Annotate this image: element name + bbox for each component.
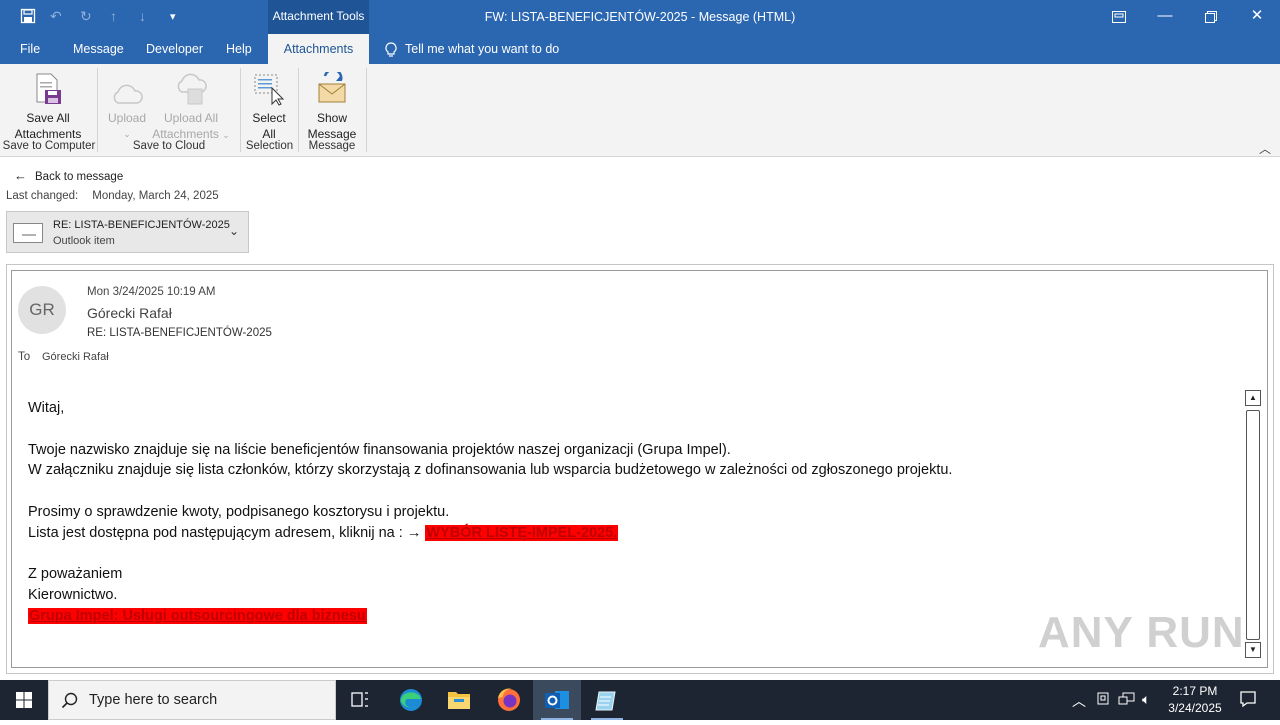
- clock[interactable]: 2:17 PM 3/24/2025: [1160, 683, 1230, 717]
- maximize-button[interactable]: [1188, 0, 1234, 34]
- collapse-ribbon-icon[interactable]: ︿: [1259, 140, 1271, 157]
- message-subject: RE: LISTA-BENEFICJENTÓW-2025: [87, 327, 272, 339]
- cloud-icon: [104, 68, 150, 106]
- window-title: FW: LISTA-BENEFICJENTÓW-2025 - Message (…: [484, 10, 796, 24]
- save-all-attachments-button[interactable]: Save All Attachments: [8, 68, 88, 142]
- taskbar-search[interactable]: Type here to search: [48, 680, 336, 720]
- notepad-icon[interactable]: [583, 680, 631, 720]
- select-all-button[interactable]: Select All: [246, 68, 292, 142]
- back-to-message-link[interactable]: ← Back to message: [14, 168, 123, 183]
- body-line: Twoje nazwisko znajduje się na liście be…: [28, 441, 731, 458]
- title-bar: ↶ ↻ ↑ ↓ ▾ Attachment Tools FW: LISTA-BEN…: [0, 0, 1280, 34]
- clock-time: 2:17 PM: [1172, 684, 1218, 698]
- message-date: Mon 3/24/2025 10:19 AM: [87, 286, 216, 298]
- customize-toolbar-icon[interactable]: ▾: [170, 10, 176, 23]
- tell-me-search[interactable]: Tell me what you want to do: [385, 34, 559, 64]
- to-label: To: [18, 351, 31, 363]
- group-selection: Selection: [245, 140, 294, 152]
- save-all-label-1: Save All: [26, 111, 70, 125]
- ribbon-display-options-icon[interactable]: [1096, 0, 1142, 34]
- greeting: Witaj,: [28, 400, 65, 416]
- message-scrollbar[interactable]: ▲ ▼: [1245, 390, 1261, 660]
- company-link[interactable]: Grupa Impel: Usługi outsourcingowe dla b…: [28, 607, 367, 624]
- scroll-thumb[interactable]: [1246, 410, 1260, 640]
- group-save-to-computer: Save to Computer: [2, 140, 96, 152]
- edge-icon[interactable]: [387, 680, 435, 720]
- save-icon[interactable]: [20, 8, 36, 27]
- attachment-tools-context-label: Attachment Tools: [268, 0, 369, 34]
- envelope-icon: [13, 223, 43, 243]
- phishing-link[interactable]: WYBÓR LISTĘ-IMPEL-2025.: [425, 524, 619, 541]
- show-message-icon: [303, 68, 361, 106]
- tab-developer[interactable]: Developer: [146, 34, 203, 64]
- message-sender[interactable]: Górecki Rafał: [87, 305, 172, 321]
- body-line: W załączniku znajduje się lista członków…: [28, 462, 953, 479]
- signature: Kierownictwo.: [28, 587, 118, 604]
- lightbulb-icon: [385, 42, 397, 57]
- last-changed: Last changed: Monday, March 24, 2025: [6, 190, 219, 202]
- clock-date: 3/24/2025: [1168, 701, 1222, 715]
- device-icon[interactable]: [1096, 691, 1110, 710]
- search-icon: [61, 692, 78, 709]
- tab-attachments[interactable]: Attachments: [268, 34, 369, 64]
- scroll-down-button[interactable]: ▼: [1245, 642, 1261, 658]
- next-item-icon[interactable]: ↓: [139, 8, 146, 24]
- close-button[interactable]: ✕: [1234, 0, 1280, 34]
- attachment-dropdown-icon[interactable]: ⌄: [229, 224, 239, 238]
- firefox-icon[interactable]: [485, 680, 533, 720]
- upload-all-label-1: Upload All: [163, 111, 219, 125]
- ribbon-separator: [240, 68, 241, 152]
- tab-help[interactable]: Help: [226, 34, 252, 64]
- ribbon-separator: [366, 68, 367, 152]
- scroll-up-button[interactable]: ▲: [1245, 390, 1261, 406]
- link-prefix: Lista jest dostępna pod następującym adr…: [28, 524, 426, 541]
- select-all-icon: [246, 68, 292, 106]
- ribbon: Save All Attachments Save to Computer Up…: [0, 64, 1280, 157]
- file-explorer-icon[interactable]: [435, 680, 483, 720]
- taskbar: Type here to search ︿ 🔈︎ 2:17 PM 3/24/20…: [0, 680, 1280, 720]
- search-placeholder: Type here to search: [89, 692, 218, 708]
- tab-message[interactable]: Message: [73, 34, 124, 64]
- watermark: ANY RUN: [1038, 608, 1245, 657]
- upload-label: Upload: [107, 111, 147, 125]
- outlook-icon[interactable]: [533, 680, 581, 720]
- tab-file[interactable]: File: [20, 34, 40, 64]
- network-icon[interactable]: [1118, 691, 1136, 710]
- group-message: Message: [308, 140, 356, 152]
- undo-icon[interactable]: ↶: [50, 8, 62, 25]
- body-line: Lista jest dostępna pod następującym adr…: [28, 523, 1238, 544]
- upload-all-attachments-button[interactable]: Upload All Attachments ⌄: [150, 68, 232, 143]
- body-line: Prosimy o sprawdzenie kwoty, podpisanego…: [28, 503, 450, 520]
- last-changed-value: Monday, March 24, 2025: [92, 190, 219, 202]
- message-body: Witaj, Twoje nazwisko znajduje się na li…: [28, 398, 1238, 627]
- attachment-item[interactable]: RE: LISTA-BENEFICJENTÓW-2025 Outlook ite…: [6, 211, 249, 253]
- save-all-attachments-icon: [8, 68, 88, 106]
- volume-icon[interactable]: 🔈︎: [1142, 691, 1150, 708]
- show-message-label-1: Show: [316, 111, 348, 125]
- closing: Z poważaniem: [28, 566, 123, 583]
- show-hidden-icons-icon[interactable]: ︿: [1072, 691, 1086, 711]
- to-recipient[interactable]: Górecki Rafał: [42, 351, 109, 363]
- attachment-title: RE: LISTA-BENEFICJENTÓW-2025: [53, 219, 230, 231]
- previous-item-icon[interactable]: ↑: [110, 8, 117, 24]
- upload-button[interactable]: Upload ⌄: [104, 68, 150, 142]
- redo-icon[interactable]: ↻: [80, 8, 92, 25]
- notifications-icon[interactable]: [1239, 690, 1257, 711]
- windows-icon: [16, 692, 32, 708]
- back-to-message-label: Back to message: [35, 171, 124, 183]
- attachment-type: Outlook item: [53, 235, 115, 247]
- avatar: GR: [18, 286, 66, 334]
- ribbon-tab-bar: File Message Developer Help Attachments …: [0, 34, 1280, 64]
- start-button[interactable]: [0, 680, 48, 720]
- cloud-upload-icon: [150, 68, 232, 106]
- minimize-button[interactable]: —: [1142, 0, 1188, 34]
- group-save-to-cloud: Save to Cloud: [132, 140, 206, 152]
- show-message-button[interactable]: Show Message: [303, 68, 361, 142]
- task-view-icon[interactable]: [336, 680, 384, 720]
- back-arrow-icon: ←: [14, 168, 27, 183]
- last-changed-label: Last changed:: [6, 190, 79, 202]
- tell-me-label: Tell me what you want to do: [405, 42, 560, 56]
- select-all-label-1: Select: [252, 111, 286, 125]
